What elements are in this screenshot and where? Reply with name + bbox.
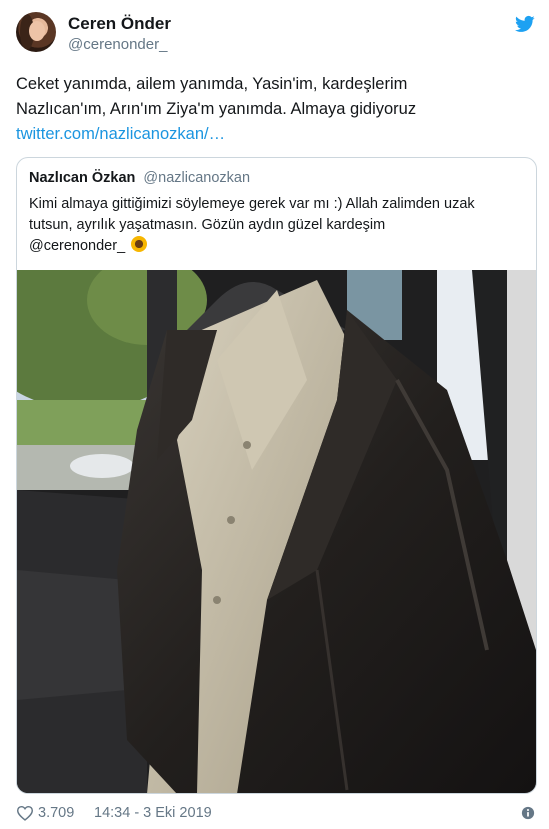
avatar[interactable]: [16, 12, 56, 52]
tweet-link[interactable]: twitter.com/nazlicanozkan/…: [16, 122, 531, 147]
author-display-name[interactable]: Ceren Önder: [68, 14, 171, 34]
quoted-author-name[interactable]: Nazlıcan Özkan: [29, 170, 135, 186]
tweet-text-line: Ceket yanımda, ailem yanımda, Yasin'im, …: [16, 75, 408, 93]
quoted-tweet-header: Nazlıcan Özkan @nazlicanozkan: [29, 170, 250, 186]
tweet-header: Ceren Önder @cerenonder_: [16, 12, 536, 58]
jacket-in-car-image: [17, 270, 536, 793]
quoted-author-handle[interactable]: @nazlicanozkan: [143, 170, 250, 186]
like-count[interactable]: 3.709: [38, 805, 74, 821]
twitter-bird-icon[interactable]: [514, 14, 536, 34]
tweet-timestamp[interactable]: 14:34 - 3 Eki 2019: [94, 805, 212, 821]
tweet-footer: 3.709 14:34 - 3 Eki 2019: [16, 802, 537, 824]
info-icon[interactable]: [521, 806, 535, 820]
quoted-tweet-text: Kimi almaya gittiğimizi söylemeye gerek …: [29, 194, 529, 257]
quoted-tweet[interactable]: Nazlıcan Özkan @nazlicanozkan Kimi almay…: [16, 157, 537, 794]
quoted-text-line: tutsun, ayrılık yaşatmasın. Gözün aydın …: [29, 217, 386, 233]
heart-icon[interactable]: [16, 805, 34, 821]
quoted-tweet-photo[interactable]: [17, 270, 536, 793]
mention-link[interactable]: @cerenonder_: [29, 238, 125, 254]
quoted-text-line: @cerenonder_: [29, 236, 529, 257]
quoted-text-line: Kimi almaya gittiğimizi söylemeye gerek …: [29, 196, 475, 212]
tweet-text-line: Nazlıcan'ım, Arın'ım Ziya'm yanımda. Alm…: [16, 100, 417, 118]
author-handle[interactable]: @cerenonder_: [68, 36, 167, 53]
tweet-text: Ceket yanımda, ailem yanımda, Yasin'im, …: [16, 72, 531, 147]
sunflower-icon: [131, 236, 148, 252]
